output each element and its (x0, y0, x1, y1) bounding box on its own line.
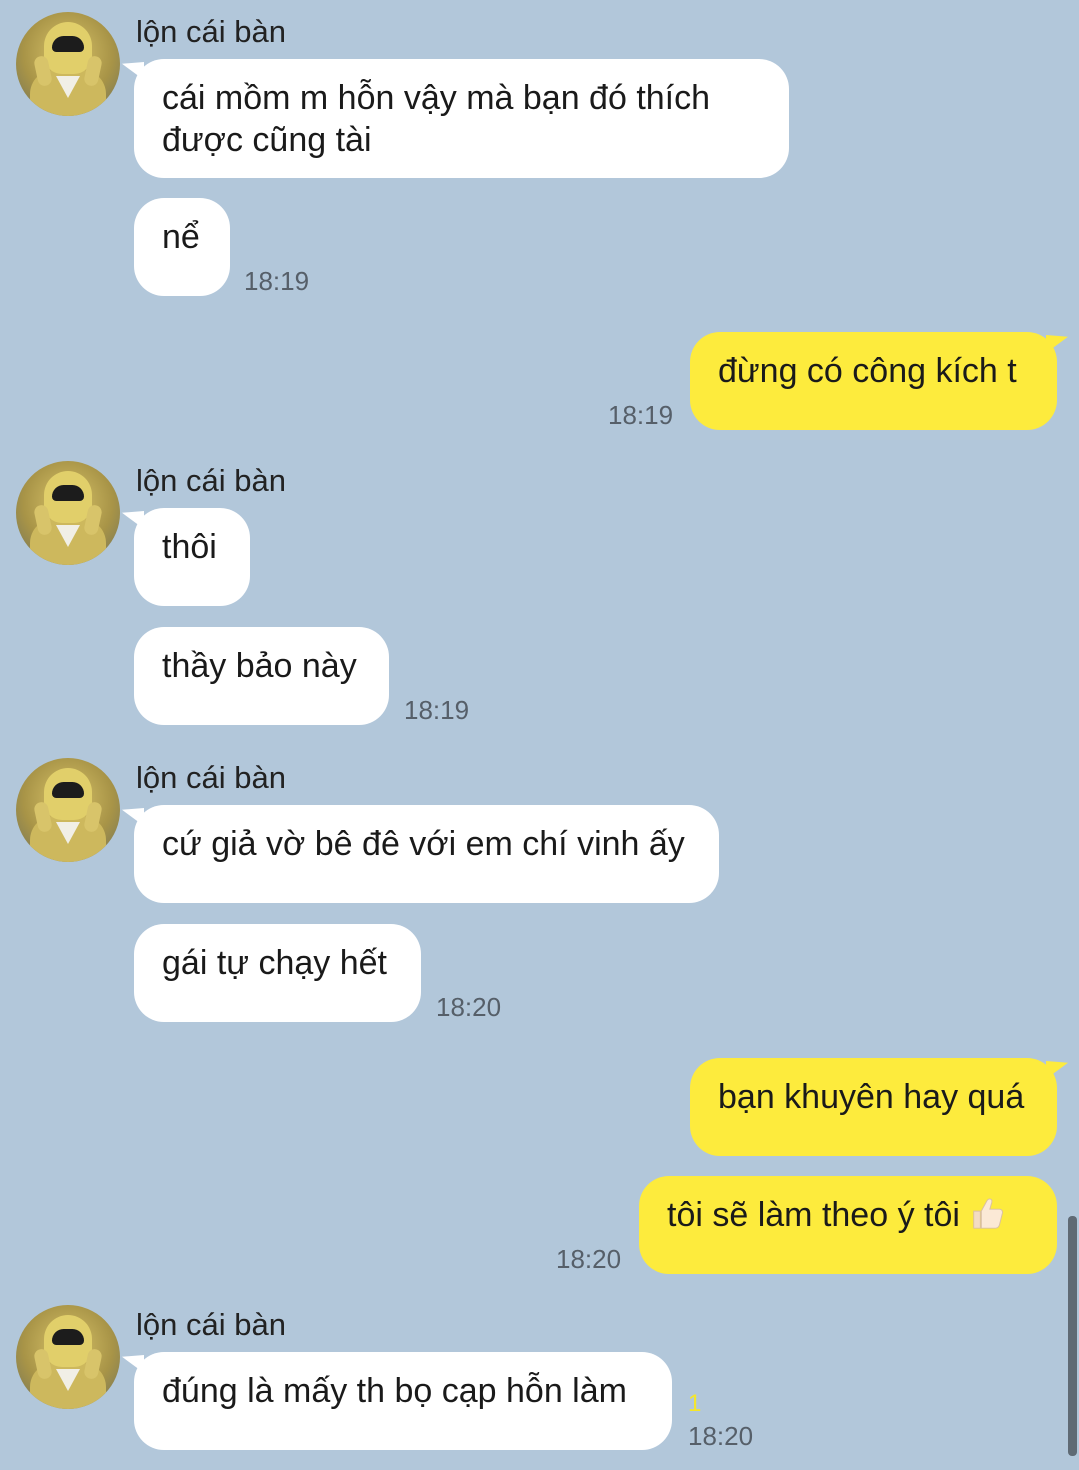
message-text: bạn khuyên hay quá (718, 1078, 1025, 1116)
message-bubble[interactable]: thầy bảo này (134, 627, 389, 725)
message-text: đúng là mấy th bọ cạp hỗn làm (162, 1372, 627, 1410)
message-text: thôi (162, 528, 217, 566)
sender-avatar[interactable] (16, 758, 120, 862)
message-bubble[interactable]: gái tự chạy hết (134, 924, 421, 1022)
message-time: 18:19 (404, 695, 470, 725)
message-time: 18:19 (244, 266, 310, 296)
message-text: nể (162, 218, 200, 256)
chat-area[interactable]: lộn cái bàn cái mồm m hỗn vậy mà bạn đó … (0, 0, 1079, 1470)
sender-avatar[interactable] (16, 1305, 120, 1409)
my-message-bubble[interactable]: bạn khuyên hay quá (690, 1058, 1057, 1156)
sender-name: lộn cái bàn (136, 14, 286, 49)
sender-avatar[interactable] (16, 12, 120, 116)
message-text: tôi sẽ làm theo ý tôi (667, 1196, 960, 1234)
message-time: 18:20 (436, 992, 502, 1022)
message-time: 18:19 (608, 400, 674, 430)
message-bubble[interactable]: cái mồm m hỗn vậy mà bạn đó thích được c… (134, 59, 789, 178)
message-text: thầy bảo này (162, 647, 357, 685)
message-time: 18:20 (556, 1244, 622, 1274)
sender-name: lộn cái bàn (136, 1307, 286, 1342)
my-message-bubble[interactable]: tôi sẽ làm theo ý tôi (639, 1176, 1057, 1274)
sender-name: lộn cái bàn (136, 760, 286, 795)
message-bubble[interactable]: thôi (134, 508, 250, 606)
unread-count: 1 (688, 1390, 702, 1417)
sender-avatar[interactable] (16, 461, 120, 565)
message-text: đừng có công kích t (718, 352, 1017, 390)
message-text: gái tự chạy hết (162, 944, 388, 982)
message-text-line: cái mồm m hỗn vậy mà bạn đó thích (162, 79, 711, 117)
message-bubble[interactable]: nể (134, 198, 230, 296)
message-time: 18:20 (688, 1421, 754, 1451)
message-bubble[interactable]: cứ giả vờ bê đê với em chí vinh ấy (134, 805, 719, 903)
scrollbar[interactable] (1068, 1216, 1077, 1456)
thumbs-up-icon (973, 1198, 1003, 1229)
message-text: cứ giả vờ bê đê với em chí vinh ấy (162, 825, 685, 863)
my-message-bubble[interactable]: đừng có công kích t (690, 332, 1057, 430)
message-text-line: được cũng tài (162, 121, 372, 159)
sender-name: lộn cái bàn (136, 463, 286, 498)
message-bubble[interactable]: đúng là mấy th bọ cạp hỗn làm (134, 1352, 672, 1450)
